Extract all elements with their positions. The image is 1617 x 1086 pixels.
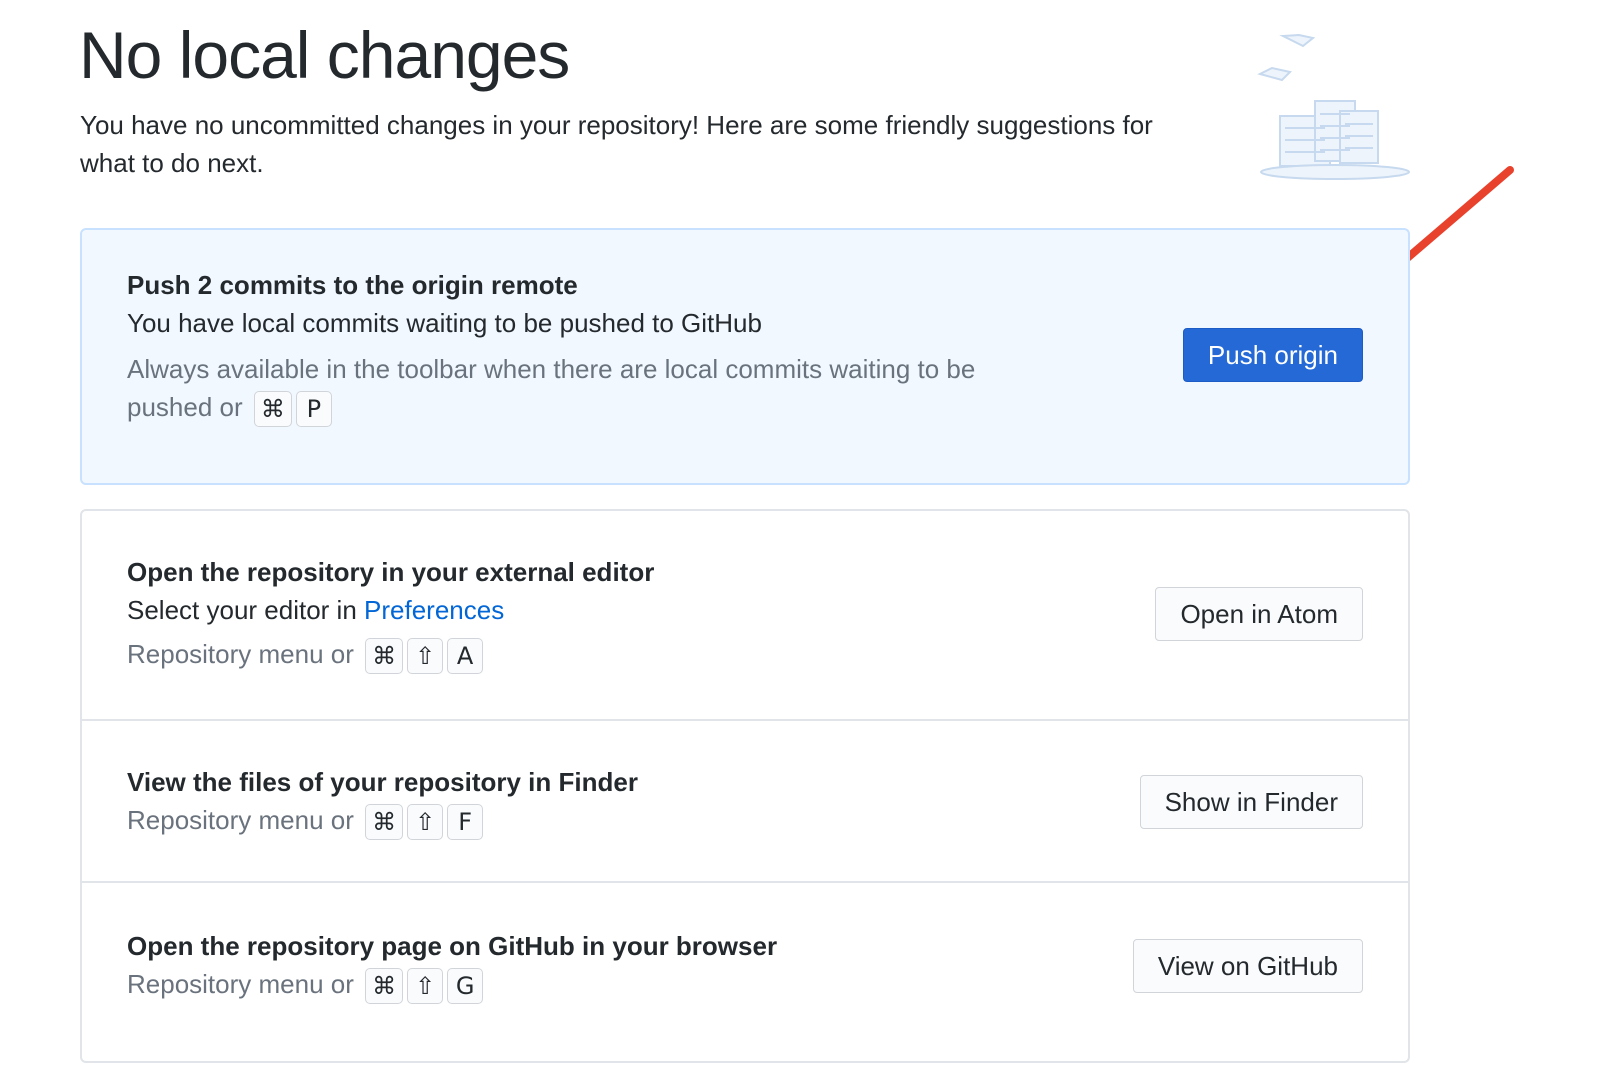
- f-key: F: [447, 804, 484, 841]
- push-hint: Always available in the toolbar when the…: [127, 350, 1057, 428]
- show-in-finder-button[interactable]: Show in Finder: [1139, 775, 1363, 829]
- github-row: Open the repository page on GitHub in yo…: [82, 881, 1408, 1063]
- a-key: A: [447, 638, 484, 675]
- view-on-github-button[interactable]: View on GitHub: [1132, 939, 1363, 993]
- github-hint-text: Repository menu or: [127, 969, 354, 999]
- command-key: ⌘: [365, 804, 404, 841]
- shift-key: ⇧: [407, 804, 444, 841]
- page-subtitle: You have no uncommitted changes in your …: [80, 110, 1153, 178]
- open-in-atom-button[interactable]: Open in Atom: [1155, 587, 1363, 641]
- push-title: Push 2 commits to the origin remote: [127, 270, 578, 300]
- editor-row: Open the repository in your external edi…: [82, 511, 1408, 719]
- editor-title: Open the repository in your external edi…: [127, 557, 655, 587]
- shift-key: ⇧: [407, 638, 444, 675]
- editor-description: Select your editor in Preferences: [127, 595, 504, 626]
- preferences-link[interactable]: Preferences: [364, 595, 504, 625]
- shift-key: ⇧: [407, 968, 444, 1005]
- command-key: ⌘: [253, 391, 292, 428]
- push-description: You have local commits waiting to be pus…: [127, 308, 762, 338]
- editor-hint: Repository menu or ⌘ ⇧ A: [127, 635, 1057, 675]
- command-key: ⌘: [365, 638, 404, 675]
- finder-hint: Repository menu or ⌘ ⇧ F: [127, 801, 1057, 841]
- no-changes-view: No local changes You have no uncommitted…: [0, 0, 1617, 1086]
- suggestions-card: Open the repository in your external edi…: [80, 509, 1410, 1063]
- p-key: P: [295, 391, 332, 428]
- finder-row: View the files of your repository in Fin…: [82, 719, 1408, 881]
- push-card: Push 2 commits to the origin remote You …: [80, 228, 1410, 485]
- finder-title: View the files of your repository in Fin…: [127, 767, 638, 797]
- finder-hint-text: Repository menu or: [127, 805, 354, 835]
- command-key: ⌘: [365, 968, 404, 1005]
- page-title: No local changes: [79, 18, 570, 92]
- editor-description-text: Select your editor in: [127, 595, 365, 625]
- g-key: G: [447, 968, 484, 1005]
- push-origin-button[interactable]: Push origin: [1182, 328, 1363, 382]
- github-hint: Repository menu or ⌘ ⇧ G: [127, 965, 1057, 1005]
- editor-hint-text: Repository menu or: [127, 639, 354, 669]
- github-title: Open the repository page on GitHub in yo…: [127, 931, 778, 961]
